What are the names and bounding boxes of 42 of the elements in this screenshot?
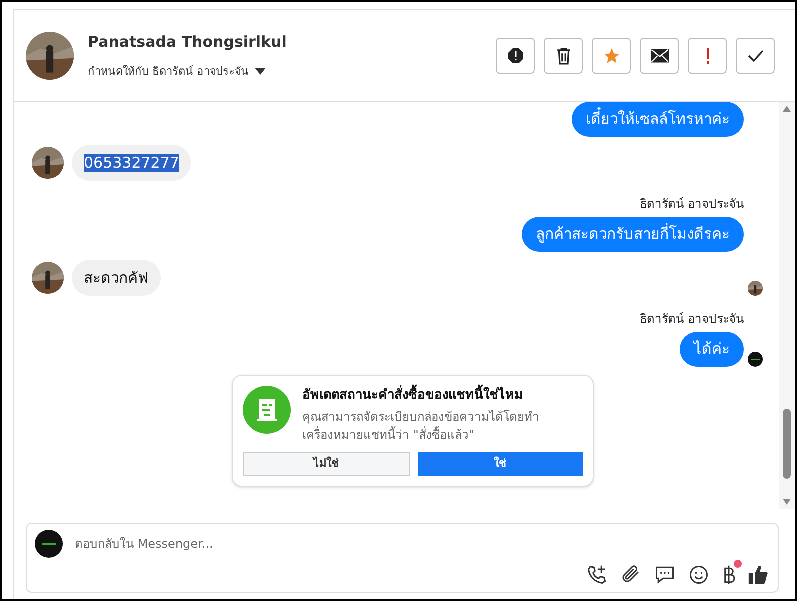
envelope-icon bbox=[650, 48, 668, 62]
phone-plus-icon[interactable] bbox=[586, 564, 608, 586]
sent-message: ได้ค่ะ bbox=[680, 332, 744, 366]
sender-name: ธิดารัตน์ อาจประจัน bbox=[640, 311, 744, 328]
seen-avatar bbox=[748, 281, 763, 296]
sent-message: ลูกค้าสะดวกรับสายกี่โมงดีรคะ bbox=[522, 217, 744, 252]
baht-icon[interactable] bbox=[722, 564, 736, 586]
mail-button[interactable] bbox=[640, 38, 679, 74]
exclamation-icon bbox=[706, 48, 710, 64]
scroll-down-icon[interactable] bbox=[783, 499, 791, 505]
star-icon bbox=[602, 46, 620, 64]
contact-name: Panatsada Thongsirlkul bbox=[88, 32, 288, 53]
reply-composer[interactable]: ตอบกลับใน Messenger... bbox=[26, 523, 779, 593]
page-avatar bbox=[35, 530, 63, 558]
card-title: อัพเดตสถานะคำสั่งซื้อของแชทนี้ใช่ไหม bbox=[302, 386, 582, 405]
card-description: คุณสามารถจัดระเบียบกล่องข้อความได้โดยทำเครื่องหมายแชทนี้ว่า "สั่งซื้อแล้ว" bbox=[302, 409, 540, 444]
trash-icon bbox=[556, 46, 572, 64]
checkmark-icon bbox=[748, 50, 764, 62]
received-message: สะดวกคัฟ bbox=[72, 260, 161, 296]
speech-bubble-icon[interactable] bbox=[654, 564, 676, 586]
decline-button[interactable]: ไม่ใช่ bbox=[242, 452, 410, 476]
scroll-up-icon[interactable] bbox=[783, 106, 791, 112]
done-button[interactable] bbox=[736, 38, 775, 74]
scrollbar[interactable] bbox=[779, 102, 795, 509]
received-message: 0653327277 bbox=[72, 144, 192, 181]
thumbs-up-icon[interactable] bbox=[748, 564, 770, 586]
avatar bbox=[26, 32, 74, 80]
contact-avatar bbox=[32, 146, 64, 179]
sender-name: ธิดารัตน์ อาจประจัน bbox=[640, 196, 744, 213]
caret-icon bbox=[255, 68, 266, 76]
confirm-button[interactable]: ใช่ bbox=[418, 452, 582, 476]
trash-button[interactable] bbox=[544, 38, 583, 74]
scroll-thumb[interactable] bbox=[783, 409, 791, 479]
octagon-alert-icon bbox=[506, 46, 524, 64]
spam-button[interactable] bbox=[496, 38, 535, 74]
sent-message: เดี๋ยวให้เซลล์โทรหาค่ะ bbox=[572, 102, 744, 136]
smiley-icon[interactable] bbox=[688, 564, 710, 586]
star-button[interactable] bbox=[592, 38, 631, 74]
receipt-icon bbox=[242, 386, 290, 434]
reply-placeholder: ตอบกลับใน Messenger... bbox=[75, 536, 214, 553]
assign-dropdown[interactable]: กำหนดให้กับ ธิดารัตน์ อาจประจัน bbox=[88, 64, 266, 80]
contact-avatar bbox=[32, 262, 64, 294]
